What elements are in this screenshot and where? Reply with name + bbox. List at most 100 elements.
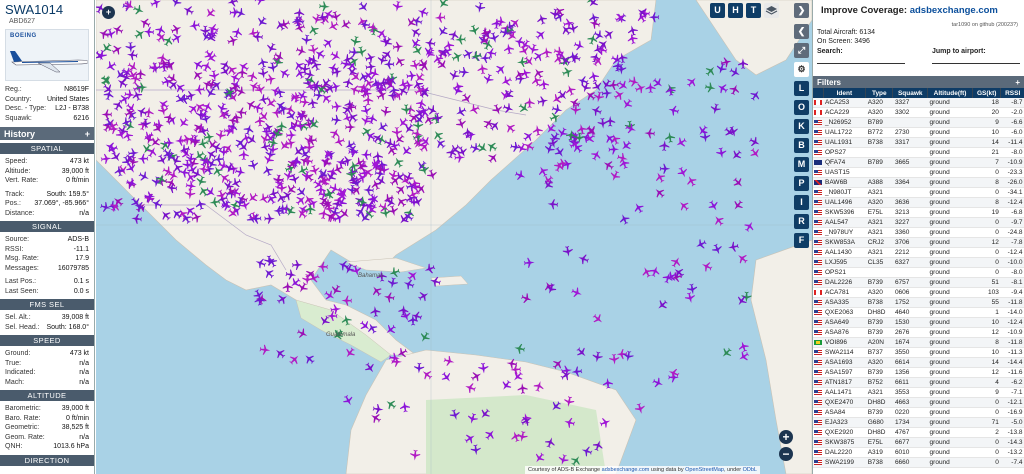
- aircraft-marker-icon[interactable]: [203, 6, 218, 21]
- aircraft-marker-icon[interactable]: [412, 70, 427, 85]
- aircraft-marker-icon[interactable]: [178, 143, 191, 156]
- aircraft-marker-icon[interactable]: [137, 118, 150, 131]
- aircraft-marker-icon[interactable]: [258, 67, 269, 79]
- aircraft-photo[interactable]: BOEING: [5, 29, 89, 81]
- aircraft-marker-icon[interactable]: [531, 66, 545, 80]
- aircraft-marker-icon[interactable]: [715, 81, 729, 95]
- aircraft-marker-icon[interactable]: [326, 19, 340, 33]
- aircraft-marker-icon[interactable]: [333, 135, 346, 148]
- aircraft-marker-icon[interactable]: [602, 377, 613, 389]
- aircraft-marker-icon[interactable]: [450, 50, 464, 64]
- table-row[interactable]: _N978UY A321 3360 ground 0 -24.8: [813, 227, 1024, 238]
- aircraft-marker-icon[interactable]: [591, 54, 605, 68]
- expand-sidebar-button[interactable]: ❮: [794, 24, 809, 39]
- aircraft-marker-icon[interactable]: [605, 115, 616, 127]
- aircraft-marker-icon[interactable]: [286, 130, 297, 141]
- aircraft-marker-icon[interactable]: [111, 23, 125, 36]
- aircraft-marker-icon[interactable]: [405, 268, 420, 283]
- aircraft-marker-icon[interactable]: [264, 213, 275, 224]
- aircraft-marker-icon[interactable]: [242, 123, 255, 136]
- aircraft-marker-icon[interactable]: [624, 122, 637, 135]
- aircraft-marker-icon[interactable]: [411, 43, 425, 57]
- aircraft-marker-icon[interactable]: [494, 62, 509, 77]
- aircraft-marker-icon[interactable]: [229, 176, 243, 190]
- aircraft-marker-icon[interactable]: [469, 142, 482, 155]
- aircraft-marker-icon[interactable]: [551, 357, 566, 372]
- table-row[interactable]: ASA876 B739 2676 ground 12 -10.9: [813, 327, 1024, 338]
- aircraft-marker-icon[interactable]: [448, 69, 461, 82]
- aircraft-marker-icon[interactable]: [510, 369, 525, 384]
- aircraft-marker-icon[interactable]: [338, 18, 352, 32]
- aircraft-marker-icon[interactable]: [113, 165, 125, 177]
- aircraft-marker-icon[interactable]: [562, 245, 574, 257]
- units-t-button[interactable]: T: [746, 3, 761, 18]
- aircraft-marker-icon[interactable]: [674, 136, 688, 150]
- layers-button[interactable]: [764, 3, 779, 18]
- aircraft-marker-icon[interactable]: [731, 198, 745, 213]
- aircraft-marker-icon[interactable]: [648, 12, 660, 23]
- aircraft-marker-icon[interactable]: [311, 13, 324, 26]
- map-menu-plus-button[interactable]: +: [102, 6, 115, 19]
- aircraft-marker-icon[interactable]: [549, 399, 564, 414]
- aircraft-marker-icon[interactable]: [644, 128, 656, 139]
- aircraft-marker-icon[interactable]: [349, 35, 361, 48]
- zoom-out-button[interactable]: −: [779, 447, 793, 461]
- aircraft-marker-icon[interactable]: [547, 199, 559, 210]
- aircraft-marker-icon[interactable]: [464, 381, 477, 394]
- toggle-k-button[interactable]: K: [794, 119, 809, 134]
- aircraft-marker-icon[interactable]: [369, 284, 383, 298]
- aircraft-marker-icon[interactable]: [294, 7, 305, 19]
- aircraft-marker-icon[interactable]: [257, 192, 271, 205]
- aircraft-marker-icon[interactable]: [136, 82, 148, 93]
- aircraft-marker-icon[interactable]: [460, 92, 474, 106]
- aircraft-marker-icon[interactable]: [356, 15, 369, 29]
- toggle-r-button[interactable]: R: [794, 214, 809, 229]
- aircraft-marker-icon[interactable]: [364, 51, 377, 64]
- toggle-i-button[interactable]: I: [794, 195, 809, 210]
- toggle-o-button[interactable]: O: [794, 100, 809, 115]
- aircraft-marker-icon[interactable]: [284, 103, 297, 116]
- aircraft-marker-icon[interactable]: [100, 153, 112, 164]
- table-row[interactable]: SWA2199 B738 6660 ground 0 -7.4: [813, 457, 1024, 468]
- aircraft-marker-icon[interactable]: [356, 0, 370, 14]
- aircraft-marker-icon[interactable]: [467, 103, 481, 116]
- aircraft-marker-icon[interactable]: [158, 208, 173, 223]
- aircraft-marker-icon[interactable]: [592, 439, 605, 452]
- osm-link[interactable]: OpenStreetMap: [685, 467, 724, 473]
- table-row[interactable]: AAL547 A321 3227 ground 0 -9.7: [813, 217, 1024, 228]
- aircraft-marker-icon[interactable]: [478, 407, 492, 422]
- aircraft-marker-icon[interactable]: [109, 150, 123, 164]
- aircraft-marker-icon[interactable]: [537, 95, 549, 107]
- aircraft-marker-icon[interactable]: [301, 34, 312, 46]
- aircraft-marker-icon[interactable]: [360, 149, 372, 160]
- aircraft-marker-icon[interactable]: [254, 257, 267, 270]
- aircraft-marker-icon[interactable]: [372, 403, 384, 415]
- aircraft-marker-icon[interactable]: [137, 170, 151, 184]
- aircraft-marker-icon[interactable]: [193, 84, 205, 95]
- aircraft-marker-icon[interactable]: [348, 83, 362, 96]
- aircraft-marker-icon[interactable]: [454, 105, 468, 119]
- aircraft-marker-icon[interactable]: [341, 394, 355, 408]
- aircraft-marker-icon[interactable]: [541, 46, 552, 58]
- aircraft-marker-icon[interactable]: [132, 3, 146, 16]
- aircraft-marker-icon[interactable]: [527, 43, 540, 56]
- aircraft-marker-icon[interactable]: [384, 397, 398, 411]
- aircraft-marker-icon[interactable]: [523, 257, 535, 268]
- aircraft-marker-icon[interactable]: [535, 12, 548, 25]
- aircraft-marker-icon[interactable]: [669, 255, 683, 269]
- history-expand-icon[interactable]: +: [85, 129, 90, 139]
- aircraft-marker-icon[interactable]: [143, 26, 155, 37]
- aircraft-marker-icon[interactable]: [536, 164, 550, 178]
- aircraft-marker-icon[interactable]: [238, 149, 249, 160]
- aircraft-marker-icon[interactable]: [620, 97, 634, 111]
- jump-to-airport-input[interactable]: [932, 55, 1020, 64]
- aircraft-marker-icon[interactable]: [502, 102, 515, 115]
- aircraft-marker-icon[interactable]: [478, 362, 489, 374]
- aircraft-marker-icon[interactable]: [273, 346, 288, 361]
- aircraft-marker-icon[interactable]: [503, 121, 518, 136]
- aircraft-marker-icon[interactable]: [360, 114, 373, 127]
- aircraft-marker-icon[interactable]: [287, 352, 302, 367]
- table-row[interactable]: SKW5396 E75L 3213 ground 19 -6.8: [813, 207, 1024, 218]
- aircraft-marker-icon[interactable]: [588, 70, 600, 83]
- aircraft-marker-icon[interactable]: [307, 44, 319, 56]
